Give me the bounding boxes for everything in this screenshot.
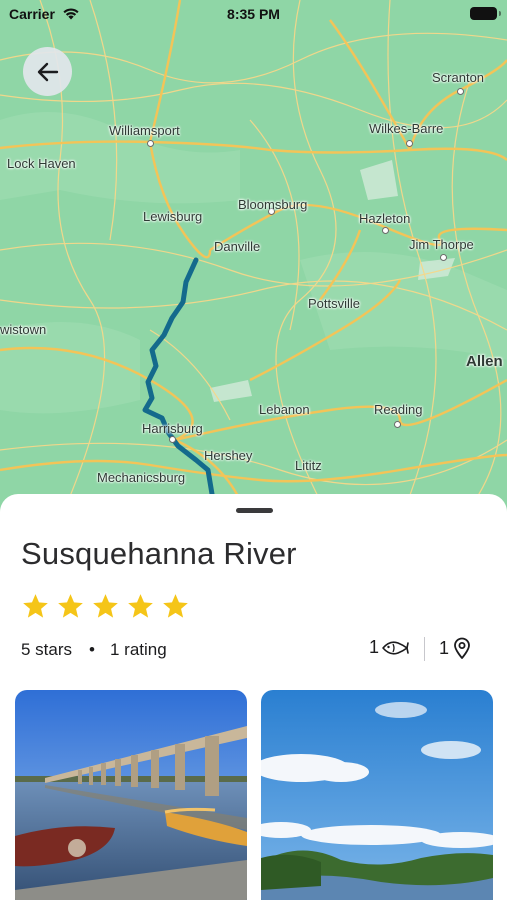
city-dot <box>394 421 401 428</box>
map-label-danville: Danville <box>214 239 261 254</box>
map-label-scranton: Scranton <box>432 70 485 85</box>
city-dot <box>440 254 447 261</box>
back-button[interactable] <box>23 47 72 96</box>
location-detail-sheet: Susquehanna River 5 stars • 1 rating 1 1 <box>0 494 507 900</box>
spot-count-stat[interactable]: 1 <box>439 637 471 659</box>
map-label-williamsport: Williamsport <box>109 123 180 138</box>
battery-icon <box>470 7 501 20</box>
star-icon <box>58 594 83 618</box>
spot-count: 1 <box>439 637 450 658</box>
map-label-wilkes-barre: Wilkes-Barre <box>369 121 444 136</box>
map-label-lititz: Lititz <box>295 458 322 473</box>
rating-count: 1 rating <box>110 640 167 659</box>
photo-river-valley[interactable] <box>261 690 493 900</box>
catch-count: 1 <box>369 637 380 657</box>
status-bar: Carrier 8:35 PM <box>0 0 507 30</box>
star-icon <box>163 594 188 618</box>
city-dot <box>169 436 176 443</box>
city-dot <box>147 140 154 147</box>
map-view[interactable]: Scranton Williamsport Wilkes-Barre Lock … <box>0 0 507 520</box>
star-icon <box>93 594 118 618</box>
city-dot <box>457 88 464 95</box>
map-label-jim-thorpe: Jim Thorpe <box>409 237 474 252</box>
photo-gallery[interactable] <box>15 690 493 900</box>
map-roads-layer <box>0 0 507 520</box>
dot-separator: • <box>89 640 95 659</box>
stat-divider <box>424 637 425 661</box>
stars-text: 5 stars <box>21 640 73 659</box>
map-label-allentown: Allen <box>466 353 503 370</box>
photo-bridge-river[interactable] <box>15 690 247 900</box>
map-label-hershey: Hershey <box>204 448 253 463</box>
map-label-harrisburg: Harrisburg <box>142 421 203 436</box>
map-label-mechanicsburg: Mechanicsburg <box>97 470 186 485</box>
map-label-lock-haven: Lock Haven <box>7 156 76 171</box>
star-icon <box>23 594 48 618</box>
map-label-lewisburg: Lewisburg <box>143 209 203 224</box>
status-time: 8:35 PM <box>227 6 280 22</box>
star-icon <box>128 594 153 618</box>
map-label-lebanon: Lebanon <box>259 402 310 417</box>
catch-count-stat[interactable]: 1 <box>369 637 409 658</box>
map-label-lewistown: wistown <box>0 322 47 337</box>
river-route-line <box>142 257 215 497</box>
map-label-reading: Reading <box>374 402 423 417</box>
arrow-left-icon <box>37 62 58 81</box>
sheet-grabber-handle[interactable] <box>236 508 273 513</box>
location-title: Susquehanna River <box>21 536 297 571</box>
fish-icon <box>382 640 409 655</box>
star-rating <box>21 592 190 621</box>
map-label-pottsville: Pottsville <box>308 296 361 311</box>
map-label-bloomsburg: Bloomsburg <box>238 197 308 212</box>
city-dot <box>406 140 413 147</box>
map-pin-icon <box>454 637 470 659</box>
map-label-hazleton: Hazleton <box>359 211 411 226</box>
rating-summary-row: 5 stars • 1 rating 1 1 <box>21 637 487 662</box>
city-dot <box>382 227 389 234</box>
